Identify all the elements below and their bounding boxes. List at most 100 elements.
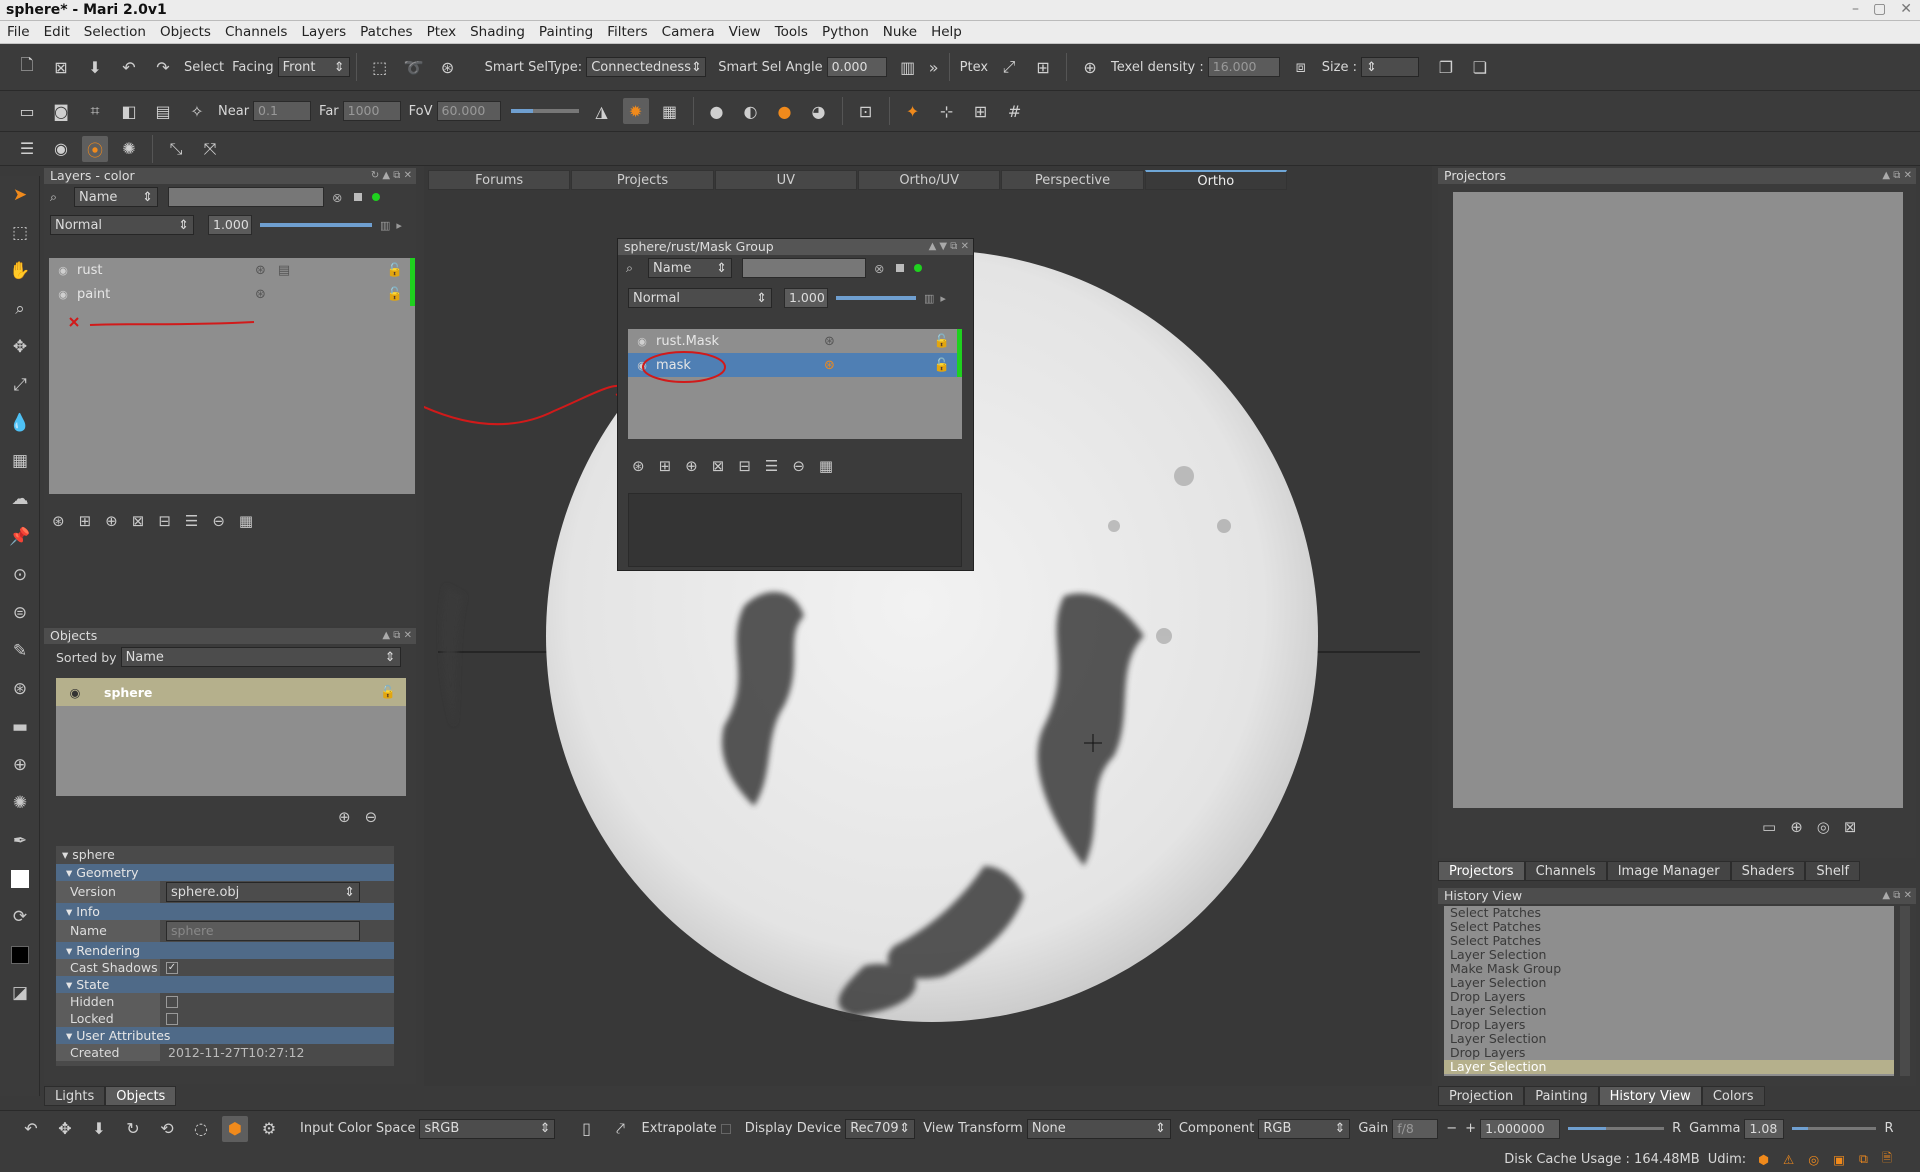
arrow-down-icon[interactable]: ⬇	[86, 1116, 112, 1142]
filter-toggle-icon[interactable]	[896, 264, 905, 272]
history-item[interactable]: Layer Selection	[1444, 948, 1894, 962]
menu-tools[interactable]: Tools	[768, 24, 815, 40]
tab-perspective[interactable]: Perspective	[1001, 170, 1144, 190]
panel-controls-icon[interactable]: ▲ ⧉ ✕	[1882, 888, 1912, 904]
mask-blend-combo[interactable]: Normal ⇕	[628, 288, 772, 308]
history-item[interactable]: Layer Selection	[1444, 1004, 1894, 1018]
background-color-swatch[interactable]	[0, 936, 40, 974]
user-attributes-section[interactable]: ▾ User Attributes	[56, 1027, 394, 1044]
menu-help[interactable]: Help	[924, 24, 969, 40]
film-icon[interactable]: ▤	[150, 98, 176, 124]
grid-tool-icon[interactable]: ▦	[0, 442, 40, 480]
shader-icon[interactable]: ⊛	[255, 287, 266, 302]
flat-shading-icon[interactable]: ●	[704, 98, 730, 124]
tab-projectors[interactable]: Projectors	[1438, 861, 1525, 881]
near-field[interactable]: 0.1	[253, 101, 312, 121]
layers-view-icon[interactable]: ☰	[14, 136, 40, 162]
layer-row[interactable]: ◉ paint ⊛ 🔓	[49, 282, 415, 306]
ptex-grid-icon[interactable]: ⊞	[1030, 54, 1056, 80]
layer-row[interactable]: ◉ rust ⊛ ▤ 🔓	[49, 258, 415, 282]
tab-image-manager[interactable]: Image Manager	[1606, 861, 1731, 881]
fill-tool-icon[interactable]: ⊛	[0, 670, 40, 708]
history-item[interactable]: Drop Layers	[1444, 1018, 1894, 1032]
grid-view-icon[interactable]: ▦	[239, 512, 253, 530]
add-projector-icon[interactable]: ▭	[1762, 818, 1776, 836]
rotate-icon[interactable]: ↻	[120, 1116, 146, 1142]
delete-projector-icon[interactable]: ⊠	[1844, 818, 1857, 836]
tab-history-view[interactable]: History View	[1598, 1086, 1702, 1106]
slider-grip-icon[interactable]: ▥	[380, 219, 390, 232]
hidden-checkbox[interactable]	[166, 995, 178, 1008]
tab-lights[interactable]: Lights	[44, 1086, 106, 1106]
layers-opacity-field[interactable]: 1.000	[208, 215, 252, 235]
texel-density-field[interactable]: 16.000	[1207, 57, 1280, 77]
gain-value-field[interactable]: 1.000000	[1480, 1118, 1561, 1139]
add-procedural-icon[interactable]: ⊕	[685, 457, 698, 475]
layers-blend-combo[interactable]: Normal ⇕	[50, 215, 194, 235]
history-item[interactable]: Layer Selection	[1444, 1032, 1894, 1046]
close-project-icon[interactable]: ⊠	[48, 54, 74, 80]
gain-fstop-field[interactable]: f/8	[1392, 1118, 1439, 1139]
visibility-eye-icon[interactable]: ◉	[628, 335, 656, 348]
grid-icon[interactable]: #	[1002, 98, 1028, 124]
paint-through-icon[interactable]: ⦿	[82, 135, 108, 162]
swap-colors-icon[interactable]: ⟳	[0, 898, 40, 936]
history-item[interactable]: Drop Layers	[1444, 1046, 1894, 1060]
save-icon[interactable]: ⬇	[82, 54, 108, 80]
tab-uv[interactable]: UV	[714, 170, 857, 190]
select-tool-icon[interactable]: ⬚	[0, 214, 40, 252]
add-layer-icon[interactable]: ⊛	[52, 512, 65, 530]
gamma-slider[interactable]	[1792, 1127, 1877, 1130]
reset-colors-icon[interactable]: ◪	[0, 974, 40, 1012]
menu-ptex[interactable]: Ptex	[420, 24, 464, 40]
mask-search-by-combo[interactable]: Name ⇕	[648, 258, 732, 278]
lock-icon[interactable]: 🔓	[387, 263, 403, 278]
history-item[interactable]: Select Patches	[1444, 906, 1894, 920]
shadow-shading-icon[interactable]: ◕	[806, 98, 832, 124]
gain-slider[interactable]	[1568, 1127, 1665, 1130]
color-management-icon[interactable]: ⬢	[222, 1115, 248, 1142]
menu-objects[interactable]: Objects	[153, 24, 218, 40]
extrapolate-icon[interactable]: ⤤	[607, 1116, 633, 1142]
minimize-icon[interactable]: –	[1852, 1, 1859, 17]
far-field[interactable]: 1000	[342, 101, 401, 121]
globe-icon[interactable]: ⊕	[1077, 54, 1103, 80]
overflow-icon[interactable]: »	[929, 54, 939, 80]
panel-controls-icon[interactable]: ▲ ⧉ ✕	[382, 628, 412, 644]
version-combo[interactable]: sphere.obj ⇕	[166, 882, 360, 902]
history-scrollbar[interactable]	[1900, 906, 1910, 1076]
tab-channels[interactable]: Channels	[1524, 861, 1607, 881]
mask-opacity-slider[interactable]	[836, 296, 916, 300]
angle-slider-icon[interactable]: ▥	[895, 54, 921, 80]
list-icon[interactable]: ☰	[765, 457, 778, 475]
layers-search-by-combo[interactable]: Name ⇕	[74, 187, 158, 207]
filter-toggle-icon[interactable]	[354, 193, 363, 201]
menu-camera[interactable]: Camera	[655, 24, 722, 40]
component-combo[interactable]: RGB ⇕	[1258, 1118, 1351, 1139]
status-target-icon[interactable]: ◎	[1808, 1152, 1819, 1167]
clear-search-icon[interactable]: ⊗	[332, 190, 342, 205]
projector-icon[interactable]: ◮	[589, 98, 615, 124]
move-tool-icon[interactable]: ✥	[0, 328, 40, 366]
gain-decrement-icon[interactable]: −	[1446, 1121, 1457, 1136]
tab-ortho-uv[interactable]: Ortho/UV	[857, 170, 1001, 190]
zoom-tool-icon[interactable]: ⌕	[0, 290, 40, 328]
add-adjustment-icon[interactable]: ⊞	[659, 457, 672, 475]
wand-icon[interactable]: ✧	[184, 98, 210, 124]
visibility-eye-icon[interactable]: ◉	[49, 288, 77, 301]
lighting-icon[interactable]: ✹	[622, 98, 649, 124]
input-color-space-combo[interactable]: sRGB ⇕	[419, 1118, 556, 1139]
transform-tool-icon[interactable]: ⤢	[0, 366, 40, 404]
frame-icon[interactable]: ⌗	[82, 98, 108, 124]
status-icon-1[interactable]: ⬢	[1758, 1152, 1769, 1167]
lasso-icon[interactable]: ◌	[188, 1116, 214, 1142]
pin-tool-icon[interactable]: 📌	[0, 518, 40, 556]
eraser-tool-icon[interactable]: ✎	[0, 632, 40, 670]
lut-icon[interactable]: ▯	[573, 1116, 599, 1142]
add-group-icon[interactable]: ⊟	[738, 457, 751, 475]
gradient-tool-icon[interactable]: ▬	[0, 708, 40, 746]
undo-icon[interactable]: ↶	[18, 1116, 44, 1142]
tab-colors[interactable]: Colors	[1701, 1086, 1765, 1106]
orbit-icon[interactable]: ⟲	[154, 1116, 180, 1142]
locked-checkbox[interactable]	[166, 1012, 178, 1025]
